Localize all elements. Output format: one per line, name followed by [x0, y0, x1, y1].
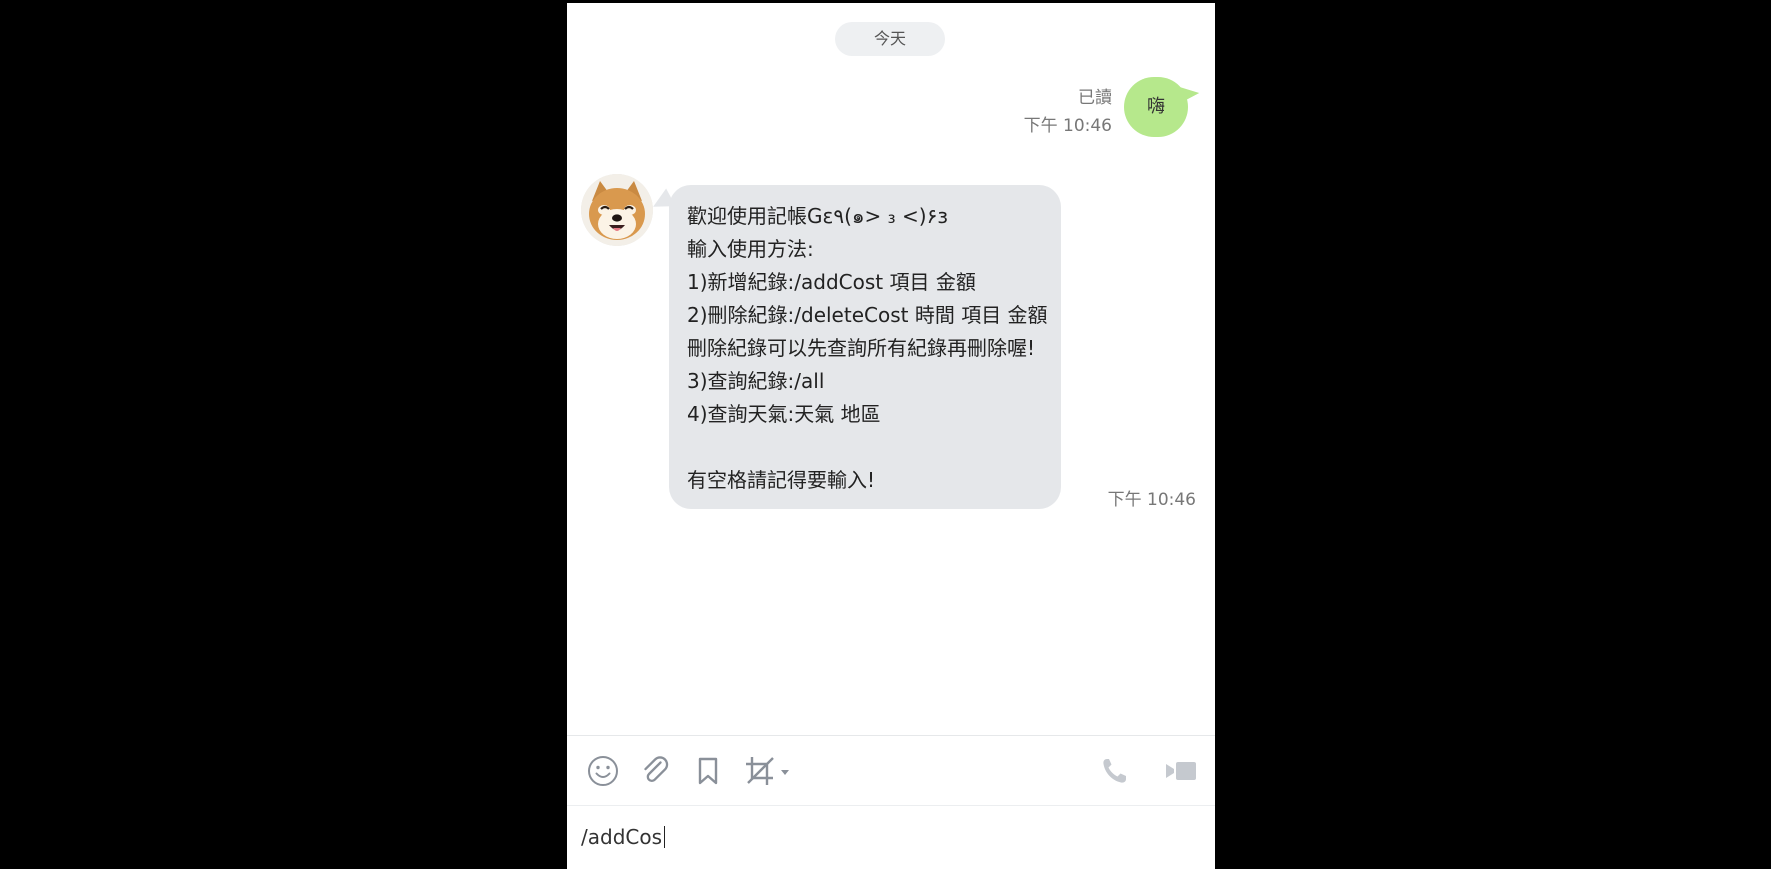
message-line: 4)查詢天氣:天氣 地區 [687, 402, 881, 426]
keep-button[interactable] [691, 754, 725, 788]
message-line: 3)查詢紀錄:/all [687, 369, 825, 393]
message-line [687, 431, 1043, 464]
voice-call-button[interactable] [1097, 754, 1131, 788]
message-line: 2)刪除紀錄:/deleteCost 時間 項目 金額 [687, 303, 1048, 327]
sent-message-bubble[interactable]: 嗨 [1124, 77, 1188, 137]
attach-icon [644, 756, 669, 783]
attach-file-button[interactable] [637, 754, 673, 788]
bookmark-icon [698, 757, 718, 785]
message-line: 有空格請記得要輸入! [687, 468, 876, 492]
bot-avatar[interactable] [581, 174, 653, 246]
screenshot-crop-icon [746, 757, 789, 785]
video-call-button[interactable] [1163, 754, 1201, 788]
phone-icon [1103, 759, 1126, 783]
date-separator: 今天 [835, 22, 945, 56]
message-line: 1)新增紀錄:/addCost 項目 金額 [687, 270, 976, 294]
video-icon [1166, 762, 1196, 780]
shiba-dog-avatar-icon [581, 174, 653, 246]
message-input[interactable] [581, 821, 1181, 853]
chat-window: 今天 已讀 下午 10:46 嗨 歡迎使用記帳Gε٩(๑> ₃ <)۶з 輸入使… [567, 3, 1215, 869]
message-line: 刪除紀錄可以先查詢所有紀錄再刪除喔! [687, 336, 1036, 360]
received-message-bubble[interactable]: 歡迎使用記帳Gε٩(๑> ₃ <)۶з 輸入使用方法: 1)新增紀錄:/addC… [669, 185, 1061, 509]
message-line: 歡迎使用記帳Gε٩(๑> ₃ <)۶з [687, 204, 948, 228]
message-list[interactable]: 今天 已讀 下午 10:46 嗨 歡迎使用記帳Gε٩(๑> ₃ <)۶з 輸入使… [567, 3, 1215, 735]
text-cursor [664, 826, 665, 848]
emoji-button[interactable] [585, 754, 621, 788]
emoji-icon [588, 756, 618, 786]
message-line: 輸入使用方法: [687, 237, 814, 261]
composer-toolbar [567, 735, 1215, 805]
message-input-area[interactable] [567, 805, 1215, 869]
read-receipt: 已讀 [1078, 88, 1112, 108]
received-message-time: 下午 10:46 [1107, 490, 1196, 510]
screenshot-button[interactable] [743, 754, 799, 788]
sent-message-time: 下午 10:46 [1023, 116, 1112, 136]
